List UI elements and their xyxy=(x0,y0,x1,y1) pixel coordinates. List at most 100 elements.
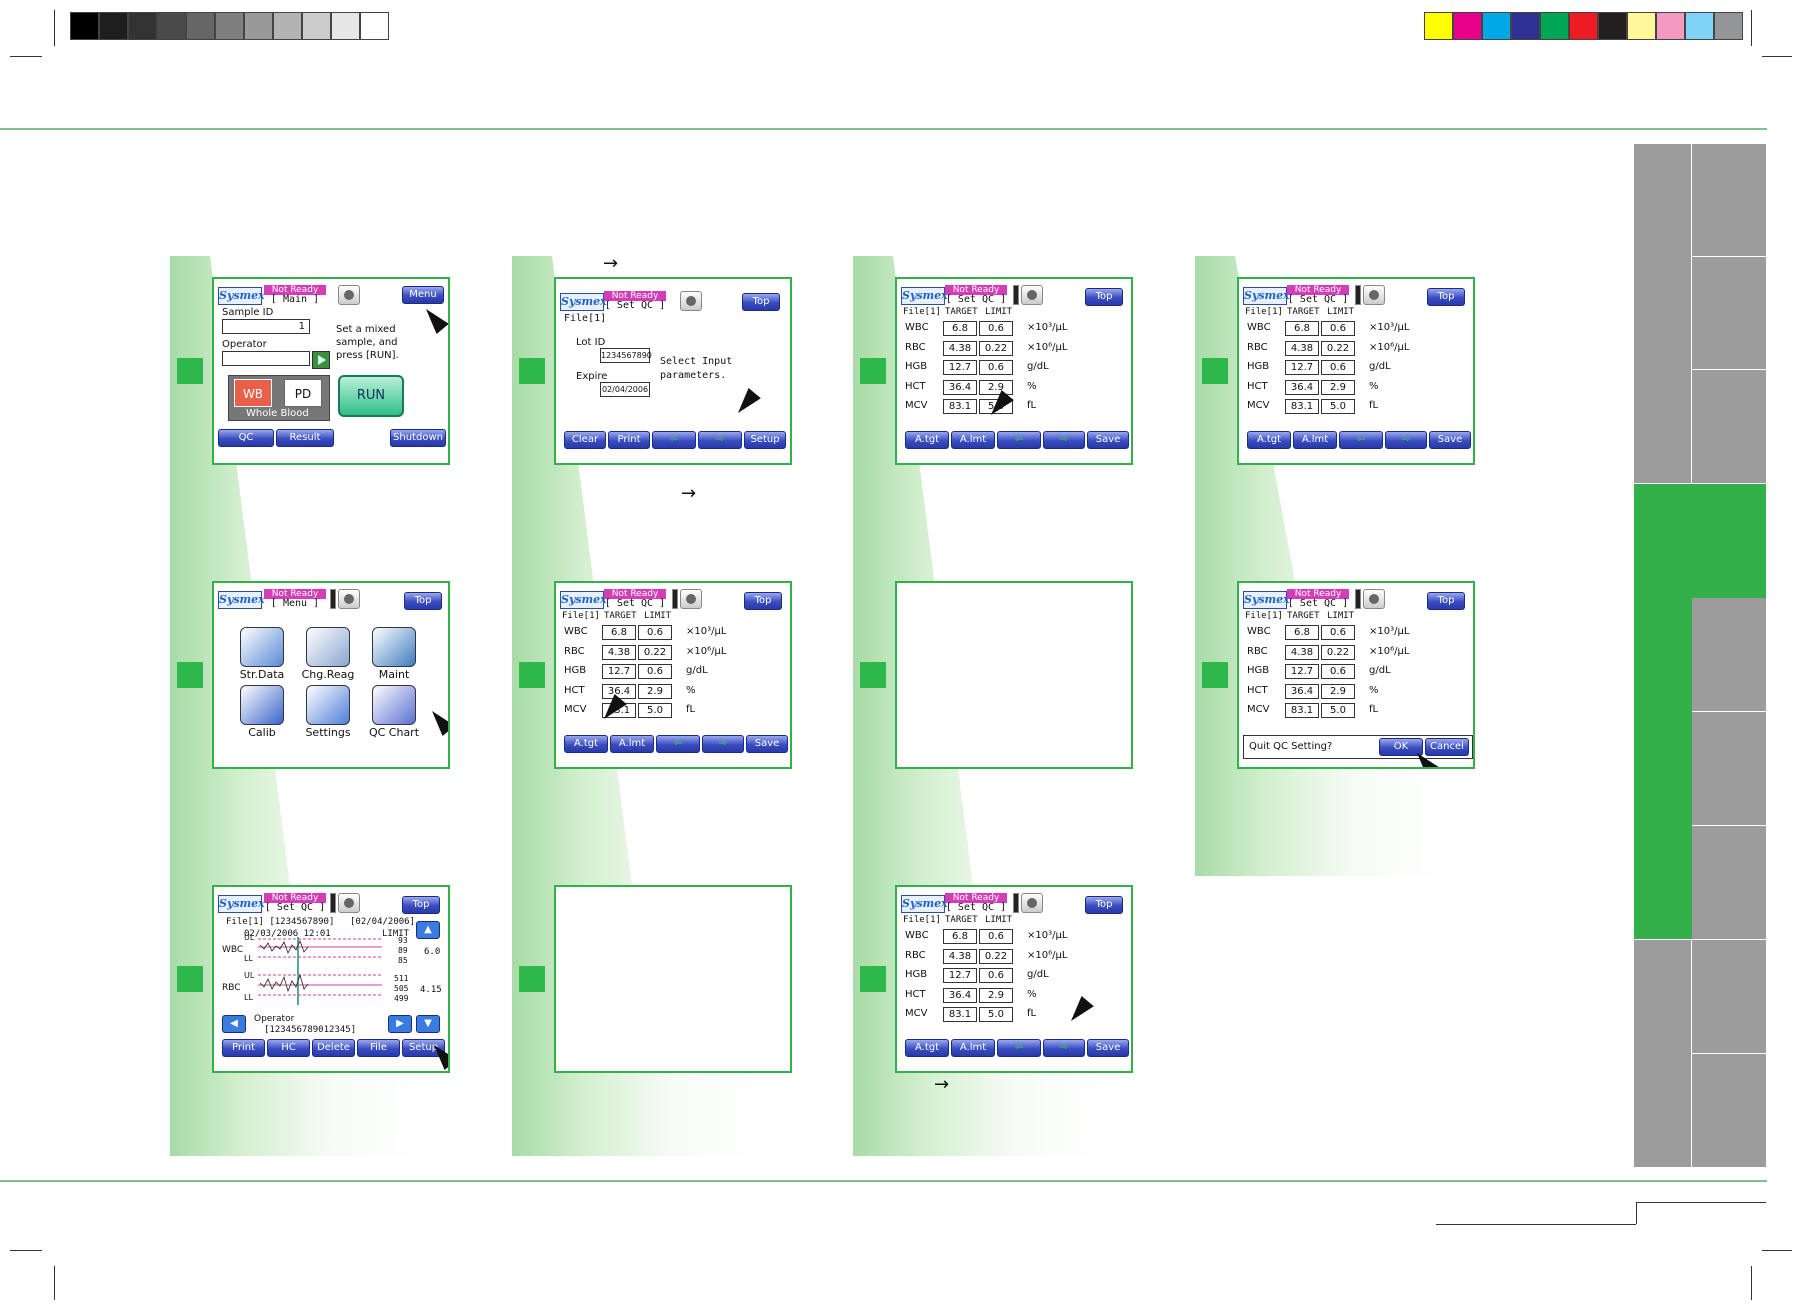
side-tab-active[interactable] xyxy=(1634,598,1692,940)
target-field[interactable]: 6.8 xyxy=(943,929,977,944)
prev-button[interactable]: ⇦ xyxy=(997,431,1041,449)
target-field[interactable]: 4.38 xyxy=(943,340,977,356)
a-lmt-button[interactable]: A.lmt xyxy=(610,735,654,753)
next-button[interactable]: ⇨ xyxy=(1385,431,1427,449)
a-tgt-button[interactable]: A.tgt xyxy=(905,1039,949,1057)
hc-button[interactable]: HC xyxy=(267,1039,310,1057)
run-button[interactable]: RUN xyxy=(338,375,404,417)
limit-field[interactable]: 0.22 xyxy=(638,644,672,660)
wb-button[interactable]: WB xyxy=(234,379,272,407)
prev-button[interactable]: ⇦ xyxy=(1339,431,1383,449)
prev-button[interactable]: ⇦ xyxy=(997,1039,1041,1057)
target-field[interactable]: 83.1 xyxy=(943,399,977,414)
menu-maint-icon[interactable] xyxy=(372,627,416,667)
limit-field[interactable]: 0.6 xyxy=(979,929,1013,944)
side-tab[interactable] xyxy=(1692,257,1767,370)
side-tab[interactable] xyxy=(1634,144,1692,484)
side-tab[interactable] xyxy=(1692,370,1767,484)
prev-button[interactable]: ⇦ xyxy=(652,431,696,449)
next-button[interactable]: ⇨ xyxy=(702,735,744,753)
target-field[interactable]: 36.4 xyxy=(943,379,977,395)
next-button[interactable]: ⇨ xyxy=(1043,1039,1085,1057)
target-field[interactable]: 36.4 xyxy=(943,987,977,1003)
print-button[interactable]: Print xyxy=(222,1039,265,1057)
side-tab[interactable] xyxy=(1692,826,1767,940)
target-field[interactable]: 83.1 xyxy=(943,1007,977,1022)
menu-qcchart-icon[interactable] xyxy=(372,685,416,725)
shutdown-button[interactable]: Shutdown xyxy=(390,429,446,447)
file-button[interactable]: File xyxy=(357,1039,400,1057)
limit-field[interactable]: 2.9 xyxy=(979,379,1013,395)
menu-calib-icon[interactable] xyxy=(240,685,284,725)
side-tab[interactable] xyxy=(1692,712,1767,826)
delete-button[interactable]: Delete xyxy=(312,1039,355,1057)
limit-field[interactable]: 0.6 xyxy=(1321,360,1355,375)
limit-field[interactable]: 5.0 xyxy=(638,703,672,718)
a-lmt-button[interactable]: A.lmt xyxy=(951,431,995,449)
limit-field[interactable]: 0.6 xyxy=(979,321,1013,336)
scroll-right-button[interactable]: ▶ xyxy=(388,1015,412,1033)
a-lmt-button[interactable]: A.lmt xyxy=(951,1039,995,1057)
top-button[interactable]: Top xyxy=(1085,896,1123,914)
menu-strdata-icon[interactable] xyxy=(240,627,284,667)
top-button[interactable]: Top xyxy=(742,293,780,311)
limit-field[interactable]: 2.9 xyxy=(1321,683,1355,699)
limit-field[interactable]: 0.22 xyxy=(1321,644,1355,660)
pd-button[interactable]: PD xyxy=(284,379,322,407)
setup-button[interactable]: Setup xyxy=(744,431,786,449)
next-button[interactable]: ⇨ xyxy=(1043,431,1085,449)
a-tgt-button[interactable]: A.tgt xyxy=(905,431,949,449)
target-field[interactable]: 4.38 xyxy=(1285,644,1319,660)
next-button[interactable]: ⇨ xyxy=(698,431,742,449)
result-button[interactable]: Result xyxy=(276,429,334,447)
prev-button[interactable]: ⇦ xyxy=(656,735,700,753)
save-button[interactable]: Save xyxy=(1429,431,1471,449)
target-field[interactable]: 83.1 xyxy=(1285,703,1319,718)
operator-field[interactable] xyxy=(222,351,310,366)
top-button[interactable]: Top xyxy=(744,592,782,610)
target-field[interactable]: 12.7 xyxy=(943,968,977,983)
side-tab[interactable] xyxy=(1692,144,1767,257)
side-tab[interactable] xyxy=(1692,940,1767,1054)
target-field[interactable]: 6.8 xyxy=(943,321,977,336)
print-button[interactable]: Print xyxy=(608,431,650,449)
menu-settings-icon[interactable] xyxy=(306,685,350,725)
limit-field[interactable]: 0.6 xyxy=(638,625,672,640)
limit-field[interactable]: 2.9 xyxy=(1321,379,1355,395)
limit-field[interactable]: 0.22 xyxy=(979,340,1013,356)
limit-field[interactable]: 0.6 xyxy=(1321,664,1355,679)
limit-field[interactable]: 0.6 xyxy=(979,360,1013,375)
limit-field[interactable]: 2.9 xyxy=(979,987,1013,1003)
limit-field[interactable]: 0.6 xyxy=(1321,321,1355,336)
top-button[interactable]: Top xyxy=(404,592,442,610)
expire-field[interactable]: 02/04/2006 xyxy=(600,382,650,397)
target-field[interactable]: 12.7 xyxy=(943,360,977,375)
target-field[interactable]: 36.4 xyxy=(602,683,636,699)
scroll-left-button[interactable]: ◀ xyxy=(222,1015,246,1033)
target-field[interactable]: 4.38 xyxy=(1285,340,1319,356)
side-tab[interactable] xyxy=(1692,598,1767,712)
cancel-button[interactable]: Cancel xyxy=(1425,738,1469,756)
limit-field[interactable]: 0.6 xyxy=(979,968,1013,983)
limit-field[interactable]: 0.6 xyxy=(1321,625,1355,640)
save-button[interactable]: Save xyxy=(1087,1039,1129,1057)
target-field[interactable]: 12.7 xyxy=(1285,664,1319,679)
target-field[interactable]: 6.8 xyxy=(1285,321,1319,336)
qc-button[interactable]: QC xyxy=(218,429,274,447)
sample-id-field[interactable]: 1 xyxy=(222,319,310,334)
a-lmt-button[interactable]: A.lmt xyxy=(1293,431,1337,449)
limit-field[interactable]: 0.22 xyxy=(1321,340,1355,356)
top-button[interactable]: Top xyxy=(1427,592,1465,610)
save-button[interactable]: Save xyxy=(746,735,788,753)
target-field[interactable]: 4.38 xyxy=(943,948,977,964)
target-field[interactable]: 83.1 xyxy=(1285,399,1319,414)
limit-field[interactable]: 0.6 xyxy=(638,664,672,679)
save-button[interactable]: Save xyxy=(1087,431,1129,449)
target-field[interactable]: 6.8 xyxy=(1285,625,1319,640)
menu-chgreag-icon[interactable] xyxy=(306,627,350,667)
limit-field[interactable]: 0.22 xyxy=(979,948,1013,964)
menu-button[interactable]: Menu xyxy=(402,286,444,304)
clear-button[interactable]: Clear xyxy=(564,431,606,449)
limit-field[interactable]: 5.0 xyxy=(1321,703,1355,718)
a-tgt-button[interactable]: A.tgt xyxy=(1247,431,1291,449)
